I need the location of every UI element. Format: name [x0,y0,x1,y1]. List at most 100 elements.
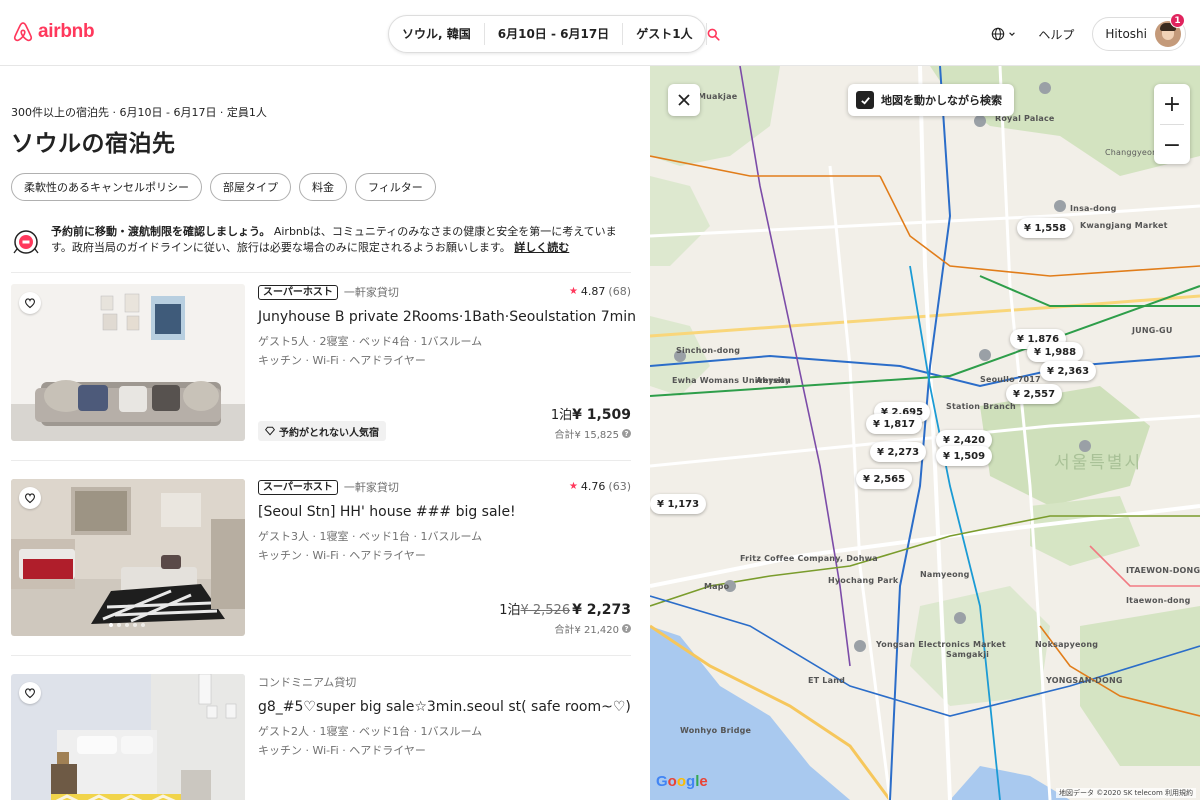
price-pin[interactable]: ¥ 1,988 [1027,342,1084,362]
save-heart-button[interactable] [19,292,41,314]
listing-details: ゲスト3人 · 1寝室 · ベッド1台 · 1バスルーム [258,530,483,543]
heart-icon [25,688,35,699]
map-label: Mapo [704,582,730,591]
listing-amenities: キッチン · Wi-Fi · ヘアドライヤー [258,744,426,757]
price-unit: 1泊 [550,408,573,423]
result-summary: 300件以上の宿泊先 · 6月10日 - 6月17日 · 定員1人 [11,106,267,119]
zoom-controls: + − [1154,84,1190,164]
map-canvas[interactable] [650,66,1200,800]
checkbox-checked-icon [856,91,874,109]
info-icon[interactable]: ? [622,624,631,633]
listing-title[interactable]: [Seoul Stn] HH' house ### big sale! [258,504,631,520]
listing-details: ゲスト2人 · 1寝室 · ベッド1台 · 1バスルーム [258,725,483,738]
map-panel[interactable]: Muakjae Royal Palace Insa-dong Kwangjang… [650,66,1200,800]
price-pin[interactable]: ¥ 1,558 [1017,218,1074,238]
price-pin[interactable]: ¥ 2,363 [1040,361,1097,381]
close-icon [678,94,690,106]
map-label: JUNG-GU [1132,326,1173,335]
price-pin[interactable]: ¥ 2,565 [856,469,913,489]
rating: ★ 4.76 (63) [569,480,631,493]
listing-photo[interactable] [11,674,245,800]
map-label: Noksapyeong [1035,640,1099,649]
divider [11,655,631,656]
listing-details: ゲスト5人 · 2寝室 · ベッド4台 · 1バスルーム [258,335,483,348]
price-pin[interactable]: ¥ 1,817 [866,414,923,434]
search-location[interactable]: ソウル, 韓国 [389,23,485,45]
search-guests[interactable]: ゲスト1人 [623,23,707,45]
filter-cancellation[interactable]: 柔軟性のあるキャンセルポリシー [11,173,202,201]
map-label: ET Land [808,676,846,685]
price-pin[interactable]: ¥ 2,273 [870,442,927,462]
header-right-actions: ヘルプ Hitoshi 1 [987,13,1186,51]
help-link[interactable]: ヘルプ [1034,20,1078,49]
google-logo: Google [656,773,708,790]
map-label: Hyochang Park [828,576,899,585]
chevron-down-icon [1009,32,1016,36]
search-dates[interactable]: 6月10日 - 6月17日 [485,23,624,45]
filter-more[interactable]: フィルター [355,173,436,201]
listing-info: コンドミニアム貸切 g8_#5♡super big sale☆3min.seou… [258,674,631,800]
airbnb-belo-icon [13,22,33,42]
listing-title[interactable]: g8_#5♡super big sale☆3min.seoul st( safe… [258,699,631,715]
popular-badge-text: 予約がとれない人気宿 [279,427,379,439]
map-attribution[interactable]: 地図データ ©2020 SK telecom 利用規約 [1055,788,1196,798]
language-button[interactable] [987,21,1020,47]
superhost-badge: スーパーホスト [258,479,338,495]
listing-info: スーパーホスト 一軒家貸切 ★ 4.87 (68) Junyhouse B pr… [258,284,636,441]
listing-photo[interactable] [11,284,245,441]
photo-pagination-dots[interactable] [109,623,145,627]
logo-wordmark: airbnb [38,21,95,42]
listings-panel: 300件以上の宿泊先 · 6月10日 - 6月17日 · 定員1人 ソウルの宿泊… [0,66,650,800]
divider [11,460,631,461]
search-as-map-moves-toggle[interactable]: 地図を動かしながら検索 [848,84,1014,116]
search-button[interactable] [707,16,720,52]
map-label: Namyeong [920,570,970,579]
star-icon: ★ [568,286,578,297]
close-map-button[interactable] [668,84,700,116]
map-label: YONGSAN-DONG [1046,676,1123,685]
price-pin[interactable]: ¥ 1,509 [936,446,993,466]
info-icon[interactable]: ? [622,429,631,438]
zoom-out-button[interactable]: − [1154,125,1190,165]
page-title: ソウルの宿泊先 [11,131,176,157]
listing-card[interactable]: スーパーホスト 一軒家貸切 ★ 4.76 (63) [Seoul Stn] HH… [11,479,631,639]
listing-photo[interactable] [11,479,245,636]
map-label: Insa-dong [1070,204,1117,213]
property-type: 一軒家貸切 [343,481,399,494]
star-icon: ★ [568,481,578,492]
price-total: 合計¥ 21,420 [554,625,619,636]
diamond-icon [265,426,275,436]
listing-title[interactable]: Junyhouse B private 2Rooms·1Bath·Seoulst… [258,309,636,325]
user-menu-button[interactable]: Hitoshi 1 [1092,13,1186,51]
map-label: Wonhyo Bridge [680,726,752,735]
price-original: ¥ 2,526 [520,603,571,618]
search-bar[interactable]: ソウル, 韓国 6月10日 - 6月17日 ゲスト1人 [388,15,720,53]
zoom-in-button[interactable]: + [1154,84,1190,124]
price-pin[interactable]: ¥ 1,173 [650,494,707,514]
map-label: Yongsan Electronics Market [876,640,1006,649]
map-label: Station Branch [946,402,1016,411]
search-as-map-moves-label: 地図を動かしながら検索 [881,94,1002,107]
listing-card[interactable]: コンドミニアム貸切 g8_#5♡super big sale☆3min.seou… [11,674,631,800]
filter-bar: 柔軟性のあるキャンセルポリシー 部屋タイプ 料金 フィルター [11,173,436,201]
rating-value: 4.76 [580,480,606,493]
save-heart-button[interactable] [19,487,41,509]
review-count: (63) [608,480,631,493]
map-label: Ahyeon [756,376,791,385]
price-box: 1泊¥ 2,526 ¥ 2,273 合計¥ 21,420 ? [499,599,631,636]
listing-card[interactable]: スーパーホスト 一軒家貸切 ★ 4.87 (68) Junyhouse B pr… [11,284,636,444]
price-unit: 1泊 [499,603,521,618]
search-icon [707,28,720,41]
save-heart-button[interactable] [19,682,41,704]
notification-badge: 1 [1170,13,1185,28]
divider [11,272,631,273]
airbnb-logo[interactable]: airbnb [12,20,95,44]
rating: ★ 4.87 (68) [569,285,631,298]
filter-room-type[interactable]: 部屋タイプ [210,173,291,201]
filter-price[interactable]: 料金 [299,173,347,201]
notice-read-more-link[interactable]: 詳しく読む [514,241,569,254]
price-pin[interactable]: ¥ 2,557 [1006,384,1063,404]
map-label: 서울특별시 [1054,453,1143,473]
travel-notice: 予約前に移動・渡航制限を確認しましょう。 Airbnbは、コミュニティのみなさま… [11,224,623,257]
rating-value: 4.87 [580,285,606,298]
